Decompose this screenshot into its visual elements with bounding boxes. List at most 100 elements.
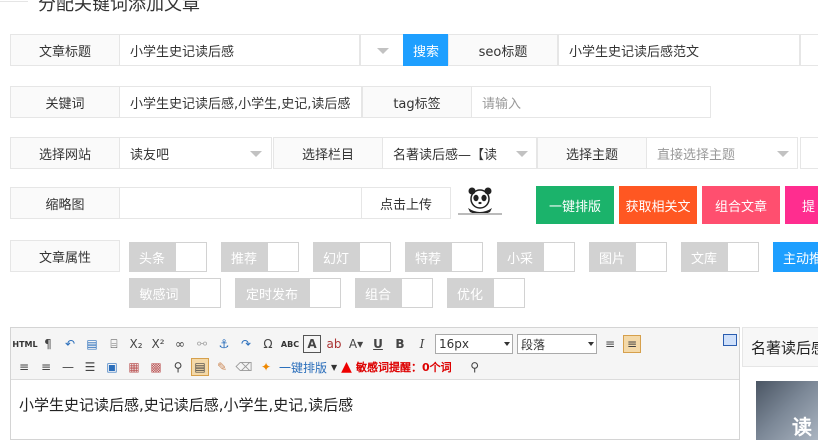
upload-button[interactable]: 点击上传 [361,187,451,219]
attr-toggle-sensitive[interactable]: 敏感词 [129,278,221,308]
title-input[interactable]: 小学生史记读后感 [119,34,360,66]
undo-icon[interactable]: ↶ [61,335,79,353]
toolbar-row-1: HTML ¶ ↶ ▤ ⌸ X₂ X² ∞ ⚯ ⚓ ↷ Ω ABC A ab A▾… [12,333,641,355]
anchor-icon[interactable]: ⚓ [215,335,233,353]
attr-toggle-label: 文库 [681,242,727,272]
chevron-down-icon [516,151,528,157]
underline-icon[interactable]: U [369,335,387,353]
save-icon[interactable]: ▤ [83,335,101,353]
attr-toggle-knob [451,242,483,272]
text-box-icon[interactable]: A [303,335,321,353]
fullscreen-icon[interactable] [723,334,737,346]
paragraph-mark-icon[interactable]: ¶ [39,335,57,353]
insert-gallery-icon[interactable]: ▩ [147,358,165,376]
keyword-label: 关键词 [10,86,120,118]
site-label: 选择网站 [10,137,120,169]
site-select-value: 读友吧 [130,147,170,163]
insert-image-icon[interactable]: ▣ [103,358,121,376]
attr-toggle-knob [175,242,207,272]
attr-toggle-recommend[interactable]: 推荐 [221,242,299,272]
attr-toggle-label: 组合 [355,278,401,308]
magic-icon[interactable]: ✦ [257,358,275,376]
format-painter-icon[interactable]: ⌸ [105,335,123,353]
bold-icon[interactable]: B [391,335,409,353]
rich-text-editor: HTML ¶ ↶ ▤ ⌸ X₂ X² ∞ ⚯ ⚓ ↷ Ω ABC A ab A▾… [10,327,740,440]
attr-toggle-optimize[interactable]: 优化 [447,278,525,308]
attr-toggle-scheduled[interactable]: 定时发布 [235,278,341,308]
chevron-down-icon[interactable]: ▼ [331,363,337,372]
combine-button[interactable]: 组合文章 [702,186,780,224]
format-button[interactable]: 一键排版 [536,186,614,224]
site-select[interactable]: 读友吧 [119,137,272,169]
align-justify-icon[interactable]: ≡ [601,335,619,353]
tag-input[interactable]: 请输入 [471,86,711,118]
paragraph-value: 段落 [521,337,546,352]
align-center-icon[interactable]: ≡ [15,358,33,376]
sidebar-thumbnail-text: 读 [792,415,812,439]
fetch-related-button[interactable]: 获取相关文 [619,186,697,224]
redo-icon[interactable]: ↷ [237,335,255,353]
keyword-input[interactable]: 小学生史记读后感,小学生,史记,读后感 [119,86,362,118]
thumb-input[interactable] [119,187,362,219]
superscript-icon[interactable]: X² [149,335,167,353]
paste-text-icon[interactable]: ▤ [191,358,209,376]
attr-toggle-xiaocai[interactable]: 小采 [497,242,575,272]
sidebar-thumbnail[interactable]: 读 [756,381,818,440]
preview-icon[interactable]: ⚲ [466,358,484,376]
sensitive-word-alert[interactable]: 敏感词提醒：0个词 [356,359,452,375]
theme-select-placeholder: 直接选择主题 [657,147,736,163]
sidebar-heading: 名著读后感 [742,327,818,367]
brush-icon[interactable]: ✎ [213,358,231,376]
attr-toggle-knob [189,278,221,308]
strikethrough-icon[interactable]: ABC [281,335,299,353]
attr-toggle-slide[interactable]: 幻灯 [313,242,391,272]
attr-label: 文章属性 [10,240,120,272]
paragraph-select[interactable]: 段落 [517,334,597,354]
thumbnail-image [454,186,506,218]
eraser-icon[interactable]: ⌫ [235,358,253,376]
special-char-icon[interactable]: Ω [259,335,277,353]
attr-toggle-knob [493,278,525,308]
column-select[interactable]: 名著读后感—【读 [382,137,537,169]
italic-icon[interactable]: I [413,335,431,353]
spellcheck-icon[interactable]: ab [325,335,343,353]
section-legend: 分配关键词添加文章 [0,0,240,15]
link-icon[interactable]: ∞ [171,335,189,353]
font-size-select[interactable]: 16px [435,334,513,354]
chevron-down-icon [504,342,510,346]
seo-extra-box[interactable] [800,34,818,66]
chevron-down-icon [588,342,594,346]
section-title: 分配关键词添加文章 [38,0,200,15]
align-right-icon[interactable]: ≡ [37,358,55,376]
attr-toggle-headline[interactable]: 头条 [129,242,207,272]
chevron-down-icon [250,151,262,157]
list-icon[interactable]: ☰ [81,358,99,376]
attr-toggle-combine[interactable]: 组合 [355,278,433,308]
seo-label: seo标题 [448,34,558,66]
editor-content[interactable]: 小学生史记读后感,史记读后感,小学生,史记,读后感 [19,394,353,415]
align-left-icon[interactable]: ≡ [623,335,641,353]
subscript-icon[interactable]: X₂ [127,335,145,353]
find-icon[interactable]: ⚲ [169,358,187,376]
editor-toolbar: HTML ¶ ↶ ▤ ⌸ X₂ X² ∞ ⚯ ⚓ ↷ Ω ABC A ab A▾… [11,328,739,380]
push-button[interactable]: 主动推 [773,242,818,272]
column-select-value: 名著读后感—【读 [393,147,498,163]
attr-toggle-image[interactable]: 图片 [589,242,667,272]
attr-toggle-label: 头条 [129,242,175,272]
seo-input[interactable]: 小学生史记读后感范文 [558,34,800,66]
theme-extra-box[interactable] [800,137,818,169]
horizontal-rule-icon[interactable]: — [59,358,77,376]
submit-button[interactable]: 提 [785,186,818,224]
attr-toggle-special[interactable]: 特荐 [405,242,483,272]
font-color-icon[interactable]: A▾ [347,335,365,353]
insert-media-icon[interactable]: ▦ [125,358,143,376]
format-link[interactable]: 一键排版 [279,359,327,376]
theme-select[interactable]: 直接选择主题 [646,137,798,169]
unlink-icon[interactable]: ⚯ [193,335,211,353]
search-button[interactable]: 搜索 [403,34,449,66]
attr-toggle-library[interactable]: 文库 [681,242,759,272]
chevron-down-icon [377,48,389,54]
title-dropdown[interactable] [360,34,404,66]
html-source-icon[interactable]: HTML [12,335,37,353]
attr-toggle-knob [309,278,341,308]
